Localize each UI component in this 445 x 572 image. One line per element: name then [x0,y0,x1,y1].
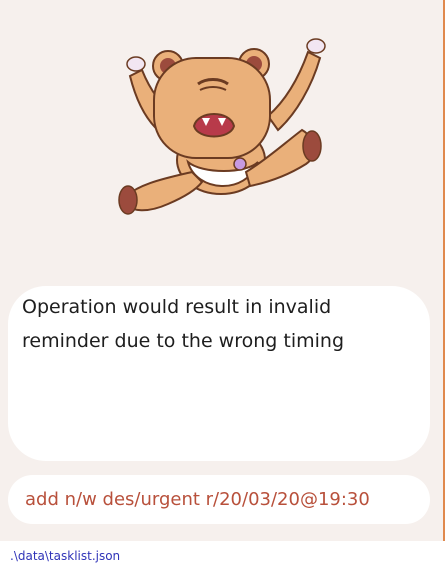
command-input[interactable] [25,489,420,510]
response-panel: Operation would result in invalid remind… [8,286,430,461]
bear-mascot-icon [106,32,336,224]
app-window: Operation would result in invalid remind… [0,0,445,541]
response-message: Operation would result in invalid remind… [22,296,344,352]
status-bar-file-path: .\data\tasklist.json [10,549,121,563]
command-box[interactable] [8,475,430,524]
